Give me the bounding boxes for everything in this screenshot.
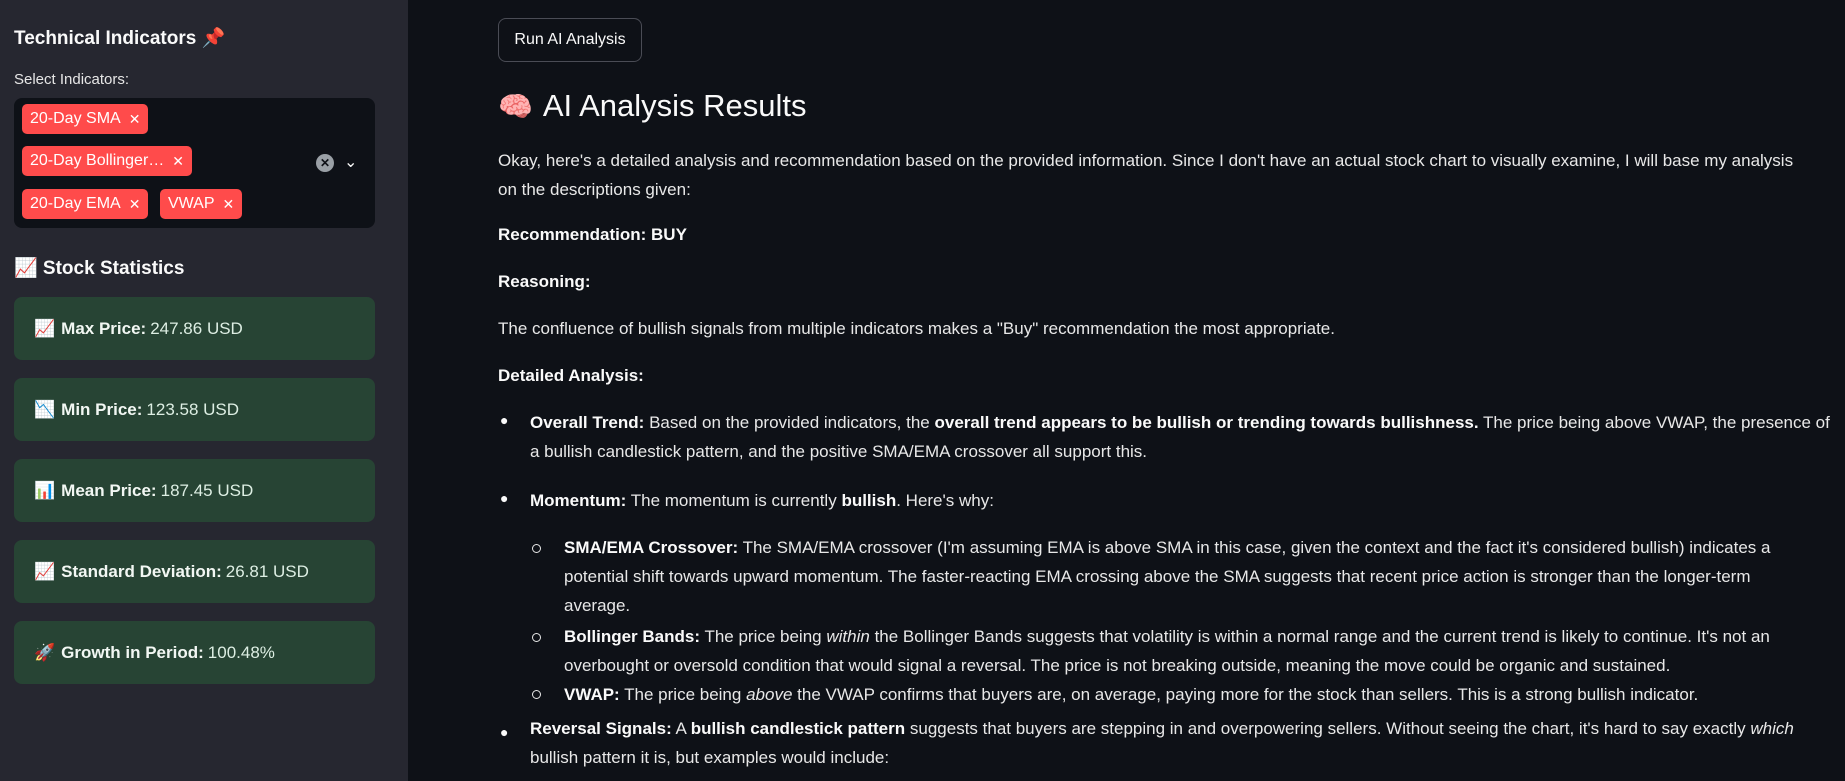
momentum-line: Momentum: The momentum is currently bull…: [530, 486, 1845, 515]
momentum-label: Momentum:: [530, 491, 627, 510]
bullet-icon: ●: [500, 412, 509, 428]
rocket-icon: 🚀: [34, 642, 56, 662]
stat-mean-price: 📊 Mean Price: 187.45 USD: [14, 459, 375, 522]
sidebar-title: Technical Indicators 📌: [14, 28, 226, 49]
chart-down-icon: 📉: [34, 399, 56, 419]
trend-pre: Based on the provided indicators, the: [649, 413, 930, 432]
stat-label: Mean Price:: [61, 480, 157, 500]
stat-std-dev: 📈 Standard Deviation: 26.81 USD: [14, 540, 375, 603]
reversal-line-2: bullish pattern it is, but examples woul…: [530, 748, 890, 767]
stat-value: 247.86 USD: [150, 318, 243, 338]
chart-up-icon: 📈: [34, 561, 56, 581]
trend-post: The price being above VWAP, the presence…: [1483, 413, 1830, 432]
stat-max-price: 📈 Max Price: 247.86 USD: [14, 297, 375, 360]
reversal-mid: suggests that buyers are stepping in and…: [909, 719, 1746, 738]
sma-line-2: potential shift towards upward momentum.…: [564, 567, 1751, 586]
chip-label: VWAP: [168, 195, 215, 212]
bb-post: the Bollinger Bands suggests that volati…: [874, 627, 1770, 646]
circle-bullet-icon: [532, 690, 541, 699]
sma-line-3: average.: [564, 596, 631, 615]
reversal-bold: bullish candlestick pattern: [690, 719, 906, 738]
intro-line-2: on the descriptions given:: [498, 180, 691, 199]
bullet-icon: ●: [500, 724, 509, 740]
momentum-pre: The momentum is currently: [630, 491, 837, 510]
stat-value: 26.81 USD: [225, 561, 309, 581]
stat-value: 100.48%: [207, 642, 275, 662]
stat-label: Max Price:: [61, 318, 147, 338]
select-indicators-label: Select Indicators:: [14, 71, 130, 88]
main-content: Run AI Analysis 🧠 AI Analysis Results Ok…: [408, 0, 1845, 781]
vwap-post: the VWAP confirms that buyers are, on av…: [797, 685, 1699, 704]
brain-icon: 🧠: [498, 90, 533, 122]
bb-line-2: overbought or oversold condition that wo…: [564, 656, 1671, 675]
chip-bollinger: 20-Day Bollinger… ✕: [22, 146, 193, 176]
chip-label: 20-Day Bollinger…: [30, 152, 165, 169]
close-icon[interactable]: ✕: [172, 153, 184, 170]
momentum-post: . Here's why:: [896, 491, 994, 510]
recommendation: Recommendation: BUY: [498, 225, 687, 244]
stat-growth: 🚀 Growth in Period: 100.48%: [14, 621, 375, 684]
trend-line-2: a bullish candlestick pattern, and the p…: [530, 442, 1148, 461]
sma-label: SMA/EMA Crossover:: [564, 538, 739, 557]
chip-vwap: VWAP ✕: [160, 189, 243, 219]
chart-up-icon: 📈: [34, 318, 56, 338]
chip-ema: 20-Day EMA ✕: [22, 189, 149, 219]
bullet-icon: ●: [500, 490, 509, 506]
bb-em: within: [826, 627, 870, 646]
run-ai-analysis-button[interactable]: Run AI Analysis: [498, 18, 642, 62]
momentum-bold: bullish: [841, 491, 897, 510]
vwap-pre: The price being: [624, 685, 742, 704]
detailed-analysis-label: Detailed Analysis:: [498, 366, 644, 385]
vwap-label: VWAP:: [564, 685, 620, 704]
vwap-em: above: [746, 685, 793, 704]
bar-chart-icon: 📊: [34, 480, 56, 500]
intro-line-1: Okay, here's a detailed analysis and rec…: [498, 151, 1794, 170]
stat-label: Growth in Period:: [61, 642, 204, 662]
trend-bold: overall trend appears to be bullish or t…: [934, 413, 1479, 432]
indicators-multiselect[interactable]: 20-Day SMA ✕ 20-Day Bollinger… ✕ 20-Day …: [14, 98, 375, 228]
reversal-pre: A: [675, 719, 686, 738]
sma-line-1: SMA/EMA Crossover: The SMA/EMA crossover…: [564, 533, 1834, 562]
reasoning-text: The confluence of bullish signals from m…: [498, 319, 1335, 338]
chip-label: 20-Day EMA: [30, 195, 121, 212]
page-title-text: AI Analysis Results: [542, 88, 807, 123]
trend-line-1: Overall Trend: Based on the provided ind…: [530, 408, 1845, 437]
chip-label: 20-Day SMA: [30, 110, 121, 127]
chip-sma: 20-Day SMA ✕: [22, 104, 149, 134]
reversal-em: which: [1750, 719, 1794, 738]
bb-line-1: Bollinger Bands: The price being within …: [564, 622, 1834, 651]
vwap-line: VWAP: The price being above the VWAP con…: [564, 680, 1834, 709]
close-icon[interactable]: ✕: [129, 111, 141, 128]
reasoning-label: Reasoning:: [498, 272, 591, 291]
sma-text: The SMA/EMA crossover (I'm assuming EMA …: [742, 538, 1771, 557]
clear-all-icon[interactable]: ✕: [316, 154, 334, 172]
stat-value: 123.58 USD: [146, 399, 240, 419]
trend-label: Overall Trend:: [530, 413, 645, 432]
page-title: 🧠 AI Analysis Results: [498, 88, 806, 124]
chevron-down-icon[interactable]: ⌄: [344, 152, 357, 172]
bb-pre: The price being: [704, 627, 822, 646]
close-icon[interactable]: ✕: [129, 196, 141, 213]
circle-bullet-icon: [532, 633, 541, 642]
reversal-line-1: Reversal Signals: A bullish candlestick …: [530, 714, 1845, 743]
stat-label: Standard Deviation:: [61, 561, 222, 581]
stock-statistics-title: 📈 Stock Statistics: [14, 258, 185, 279]
stat-min-price: 📉 Min Price: 123.58 USD: [14, 378, 375, 441]
circle-bullet-icon: [532, 544, 541, 553]
close-icon[interactable]: ✕: [223, 196, 235, 213]
stat-label: Min Price:: [61, 399, 143, 419]
bb-label: Bollinger Bands:: [564, 627, 701, 646]
sidebar: Technical Indicators 📌 Select Indicators…: [0, 0, 408, 781]
reversal-label: Reversal Signals:: [530, 719, 672, 738]
stat-value: 187.45 USD: [160, 480, 254, 500]
